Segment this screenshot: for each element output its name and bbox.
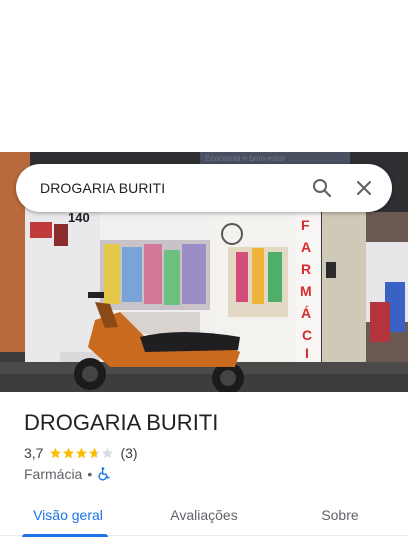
sign-letter: A [301, 239, 311, 255]
tab-about[interactable]: Sobre [272, 494, 408, 536]
category-row: Farmácia • [24, 465, 111, 483]
place-tabs: Visão geral Avaliações Sobre [0, 494, 408, 537]
sign-letter: M [300, 283, 312, 299]
sign-letter: I [305, 345, 309, 361]
review-count[interactable]: (3) [120, 445, 137, 461]
top-banner-text: Economia e bem-estar [205, 154, 286, 163]
star-icon [76, 447, 88, 459]
tab-reviews-label: Avaliações [170, 507, 238, 523]
map-blank-area [0, 0, 408, 152]
star-icon [50, 447, 62, 459]
sign-letter: C [302, 327, 312, 343]
search-query[interactable]: DROGARIA BURITI [40, 180, 304, 196]
star-icon [89, 447, 101, 459]
wheelchair-icon [97, 467, 111, 481]
search-bar[interactable]: DROGARIA BURITI [16, 164, 392, 212]
place-name: DROGARIA BURITI [24, 410, 219, 435]
star-icon [63, 447, 75, 459]
search-icon[interactable] [304, 170, 340, 206]
rating-row[interactable]: 3,7 (3) [24, 444, 138, 462]
star-icon [102, 447, 114, 459]
tab-about-label: Sobre [321, 507, 359, 523]
street-number: 140 [68, 210, 90, 225]
sign-letter: Á [301, 305, 311, 321]
rating-value: 3,7 [24, 445, 44, 461]
active-tab-indicator [22, 534, 108, 537]
close-icon[interactable] [346, 170, 382, 206]
separator-dot: • [87, 466, 93, 482]
sign-letter: F [301, 217, 310, 233]
sign-letter: R [301, 261, 311, 277]
rating-stars [49, 447, 114, 459]
tab-reviews[interactable]: Avaliações [136, 494, 272, 536]
tab-overview-label: Visão geral [33, 507, 103, 523]
tab-overview[interactable]: Visão geral [0, 494, 136, 537]
place-category: Farmácia [24, 466, 83, 482]
